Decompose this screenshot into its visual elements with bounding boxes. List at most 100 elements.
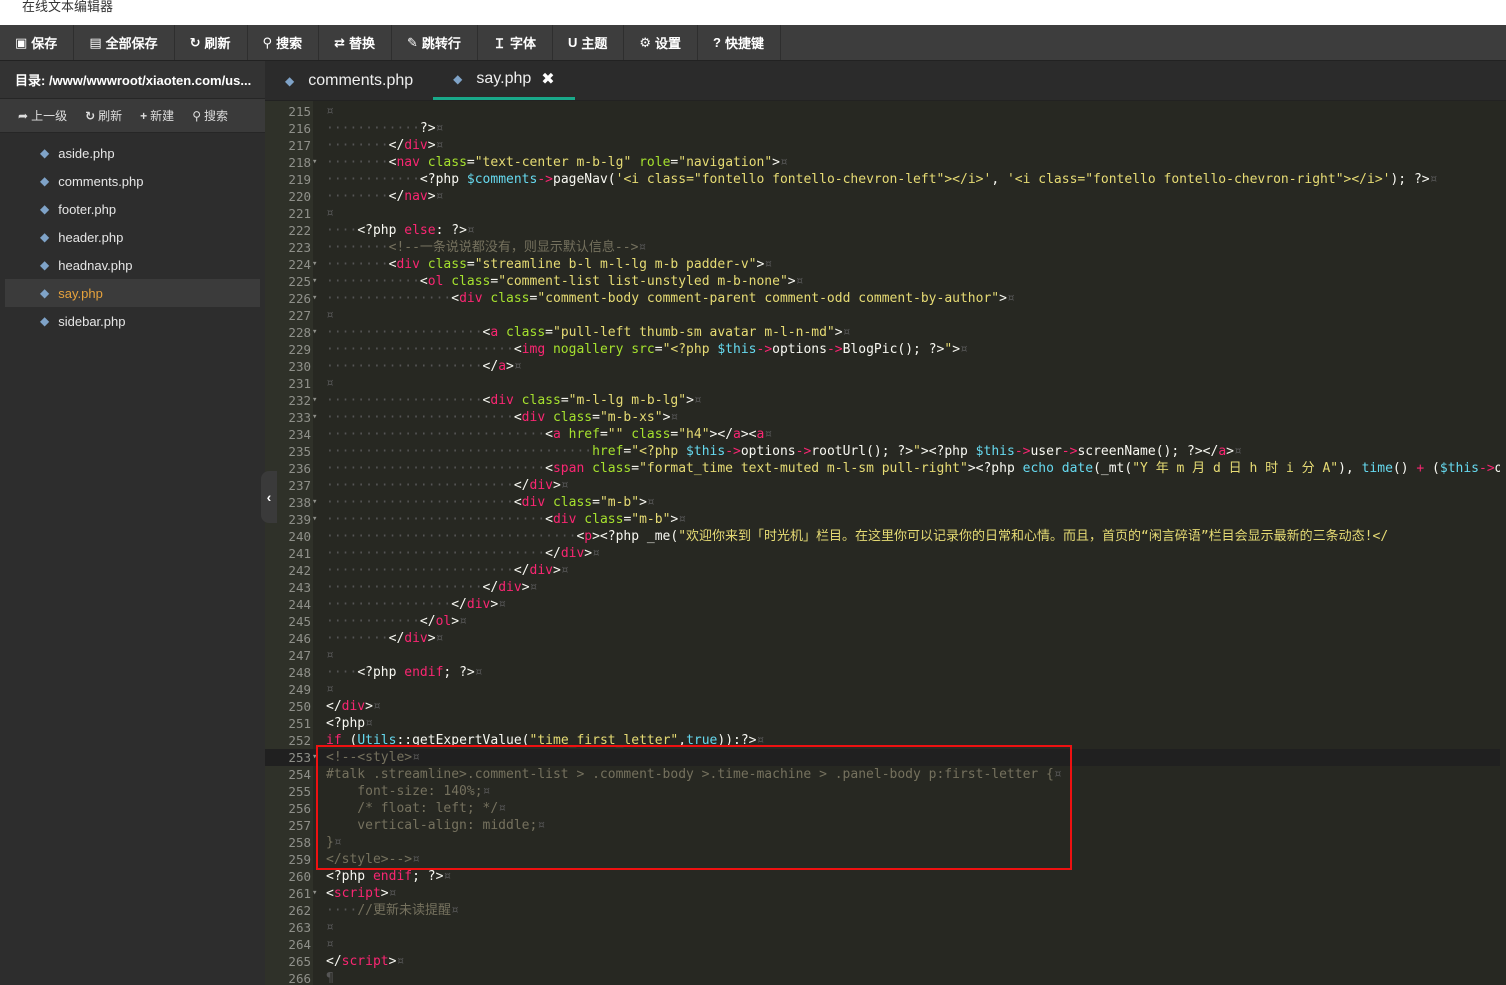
code-line[interactable]: 246 ········</div>¤: [265, 630, 1506, 647]
code-line[interactable]: 238 ▾ ························<div class="…: [265, 494, 1506, 511]
code-line[interactable]: 262 ····//更新未读提醒¤: [265, 902, 1506, 919]
code-line[interactable]: 263 ¤: [265, 919, 1506, 936]
code-line[interactable]: 218 ▾ ········<nav class="text-center m-b-…: [265, 154, 1506, 171]
code-line[interactable]: 221 ¤: [265, 205, 1506, 222]
code-line[interactable]: 217 ········</div>¤: [265, 137, 1506, 154]
code-line[interactable]: 230 ····················</a>¤: [265, 358, 1506, 375]
code-line[interactable]: 220 ········</nav>¤: [265, 188, 1506, 205]
search-icon: ⚲: [192, 108, 201, 123]
fold-icon[interactable]: ▾: [312, 392, 317, 409]
fold-icon[interactable]: ▾: [312, 256, 317, 273]
refresh-files-button[interactable]: ↻ 刷新: [85, 107, 122, 124]
font-button[interactable]: Ｉ 字体: [478, 25, 553, 60]
parent-dir-button[interactable]: ➦ 上一级: [18, 107, 67, 124]
code-line[interactable]: 241 ····························</div>¤: [265, 545, 1506, 562]
new-file-button[interactable]: + 新建: [140, 107, 174, 124]
fold-icon[interactable]: ▾: [312, 324, 317, 341]
code-line[interactable]: 232 ▾ ····················<div class="m-l-…: [265, 392, 1506, 409]
fold-icon[interactable]: ▾: [312, 409, 317, 426]
code-line[interactable]: 240 ································<p><?…: [265, 528, 1506, 545]
code-line[interactable]: 251 <?php¤: [265, 715, 1506, 732]
code-text: ········<nav class="text-center m-b-lg" …: [326, 155, 788, 170]
file-item-header[interactable]: ◆ header.php: [5, 223, 260, 251]
code-line[interactable]: 222 ····<?php else: ?>¤: [265, 222, 1506, 239]
fold-icon[interactable]: ▾: [312, 154, 317, 171]
code-text: ············<ol class="comment-list list…: [326, 274, 804, 289]
code-line[interactable]: 215 ¤: [265, 103, 1506, 120]
code-text: ························<div class="m-b"…: [326, 495, 655, 510]
file-item-comments[interactable]: ◆ comments.php: [5, 167, 260, 195]
window-title: 在线文本编辑器: [22, 0, 114, 14]
code-line[interactable]: 219 ············<?php $comments->pageNav(…: [265, 171, 1506, 188]
code-line[interactable]: 225 ▾ ············<ol class="comment-list …: [265, 273, 1506, 290]
close-icon[interactable]: ✖: [541, 69, 554, 89]
fold-icon[interactable]: ▾: [312, 494, 317, 511]
file-item-aside[interactable]: ◆ aside.php: [5, 139, 260, 167]
line-number: 252: [288, 733, 311, 748]
search-files-button[interactable]: ⚲ 搜索: [192, 107, 228, 124]
code-line[interactable]: 247 ¤: [265, 647, 1506, 664]
settings-button[interactable]: ⚙ 设置: [624, 25, 699, 60]
line-number: 226: [288, 291, 311, 306]
code-line[interactable]: 237 ························</div>¤: [265, 477, 1506, 494]
code-line[interactable]: 236 ····························<span cla…: [265, 460, 1506, 477]
code-line[interactable]: 231 ¤: [265, 375, 1506, 392]
code-line[interactable]: 242 ························</div>¤: [265, 562, 1506, 579]
search-button[interactable]: ⚲ 搜索: [248, 25, 320, 60]
code-line[interactable]: 264 ¤: [265, 936, 1506, 953]
line-number: 241: [288, 546, 311, 561]
code-line[interactable]: 233 ▾ ························<div class="…: [265, 409, 1506, 426]
line-number: 230: [288, 359, 311, 374]
file-item-footer[interactable]: ◆ footer.php: [5, 195, 260, 223]
save-all-button[interactable]: ▤ 全部保存: [74, 25, 175, 60]
code-line[interactable]: 216 ············?>¤: [265, 120, 1506, 137]
php-file-icon: ◆: [453, 72, 463, 86]
code-line[interactable]: 250 </div>¤: [265, 698, 1506, 715]
replace-button[interactable]: ⇄ 替换: [319, 25, 393, 60]
code-line[interactable]: 229 ························<img nogaller…: [265, 341, 1506, 358]
code-line[interactable]: 224 ▾ ········<div class="streamline b-l m…: [265, 256, 1506, 273]
code-line[interactable]: 249 ¤: [265, 681, 1506, 698]
code-line[interactable]: 228 ▾ ····················<a class="pull-l…: [265, 324, 1506, 341]
file-item-sidebar[interactable]: ◆ sidebar.php: [5, 307, 260, 335]
code-line[interactable]: 265 </script>¤: [265, 953, 1506, 970]
line-number: 224: [288, 257, 311, 272]
code-text: ¤: [326, 937, 334, 952]
fold-icon[interactable]: ▾: [312, 273, 317, 290]
file-item-headnav[interactable]: ◆ headnav.php: [5, 251, 260, 279]
code-line[interactable]: 243 ····················</div>¤: [265, 579, 1506, 596]
code-line[interactable]: 245 ············</ol>¤: [265, 613, 1506, 630]
code-text: ····//更新未读提醒¤: [326, 903, 459, 918]
fold-icon[interactable]: ▾: [312, 885, 317, 902]
save-button[interactable]: ▣ 保存: [0, 25, 75, 60]
theme-button[interactable]: U 主题: [553, 25, 625, 60]
goto-line-button[interactable]: ✎ 跳转行: [392, 25, 478, 60]
scrollbar[interactable]: [1500, 101, 1506, 985]
code-line[interactable]: 223 ········<!--一条说说都没有，则显示默认信息-->¤: [265, 239, 1506, 256]
code-line[interactable]: 239 ▾ ····························<div cla…: [265, 511, 1506, 528]
code-line[interactable]: 244 ················</div>¤: [265, 596, 1506, 613]
code-text: ············?>¤: [326, 121, 444, 136]
code-line[interactable]: 261 ▾ <script>¤: [265, 885, 1506, 902]
code-line[interactable]: 248 ····<?php endif; ?>¤: [265, 664, 1506, 681]
collapse-sidebar-button[interactable]: ‹: [261, 471, 277, 523]
refresh-button[interactable]: ↻ 刷新: [175, 25, 248, 60]
code-text: ····························</div>¤: [326, 546, 600, 561]
code-line[interactable]: 235 ··································hre…: [265, 443, 1506, 460]
fold-icon[interactable]: ▾: [312, 290, 317, 307]
tab-say[interactable]: ◆ say.php ✖: [433, 61, 575, 100]
line-number: 221: [288, 206, 311, 221]
file-item-say[interactable]: ◆ say.php: [5, 279, 260, 307]
tab-comments[interactable]: ◆ comments.php: [265, 61, 433, 100]
shortcuts-button[interactable]: ? 快捷键: [698, 25, 782, 60]
code-text: <?php endif; ?>¤: [326, 869, 452, 884]
line-number: 255: [288, 784, 311, 799]
code-text: ························<div class="m-b-…: [326, 410, 679, 425]
code-line[interactable]: 227 ¤: [265, 307, 1506, 324]
code-line[interactable]: 226 ▾ ················<div class="comment-…: [265, 290, 1506, 307]
code-line[interactable]: 260 <?php endif; ?>¤: [265, 868, 1506, 885]
fold-icon[interactable]: ▾: [312, 511, 317, 528]
code-text: ····························<div class="…: [326, 512, 687, 527]
code-line[interactable]: 234 ····························<a href="…: [265, 426, 1506, 443]
code-line[interactable]: 266 ¶: [265, 970, 1506, 985]
